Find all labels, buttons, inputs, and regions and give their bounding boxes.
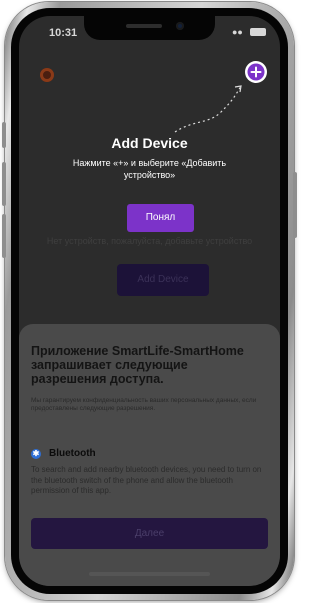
hint-title: Add Device — [111, 135, 188, 151]
speaker-grille — [126, 24, 162, 28]
add-device-button[interactable]: Add Device — [117, 264, 209, 296]
home-avatar-icon[interactable] — [40, 68, 54, 82]
privacy-note: Мы гарантируем конфиденциальность ваших … — [31, 397, 257, 412]
volume-up-button — [2, 162, 6, 206]
status-icons: ●● — [232, 27, 266, 37]
power-button — [293, 172, 297, 238]
battery-icon — [250, 28, 266, 36]
permission-title: Приложение SmartLife-SmartHome запрашива… — [31, 344, 244, 386]
status-time: 10:31 — [49, 27, 78, 39]
bluetooth-label: Bluetooth — [49, 448, 96, 459]
empty-state-text: Нет устройств, пожалуйста, добавьте устр… — [46, 236, 253, 246]
home-indicator — [89, 572, 210, 576]
hint-text: Нажмите «+» и выберите «Добавить устройс… — [72, 158, 227, 180]
bluetooth-description: To search and add nearby bluetooth devic… — [31, 465, 262, 495]
bluetooth-permission-row: ✱ Bluetooth — [31, 448, 266, 462]
notch — [84, 16, 215, 40]
mute-switch — [2, 122, 6, 148]
volume-down-button — [2, 214, 6, 258]
status-bar: 10:31 ●● — [19, 16, 280, 46]
app-screen: 10:31 ●● Нет устройств, пожалуйста, доба… — [19, 16, 280, 586]
wifi-icon: ●● — [232, 27, 243, 37]
next-button[interactable]: Далее — [31, 518, 268, 549]
got-it-button[interactable]: Понял — [127, 204, 194, 232]
front-camera — [176, 22, 184, 30]
hint-arrow-icon — [174, 85, 242, 133]
permission-sheet: Приложение SmartLife-SmartHome запрашива… — [19, 324, 280, 586]
bluetooth-icon: ✱ — [31, 449, 41, 459]
